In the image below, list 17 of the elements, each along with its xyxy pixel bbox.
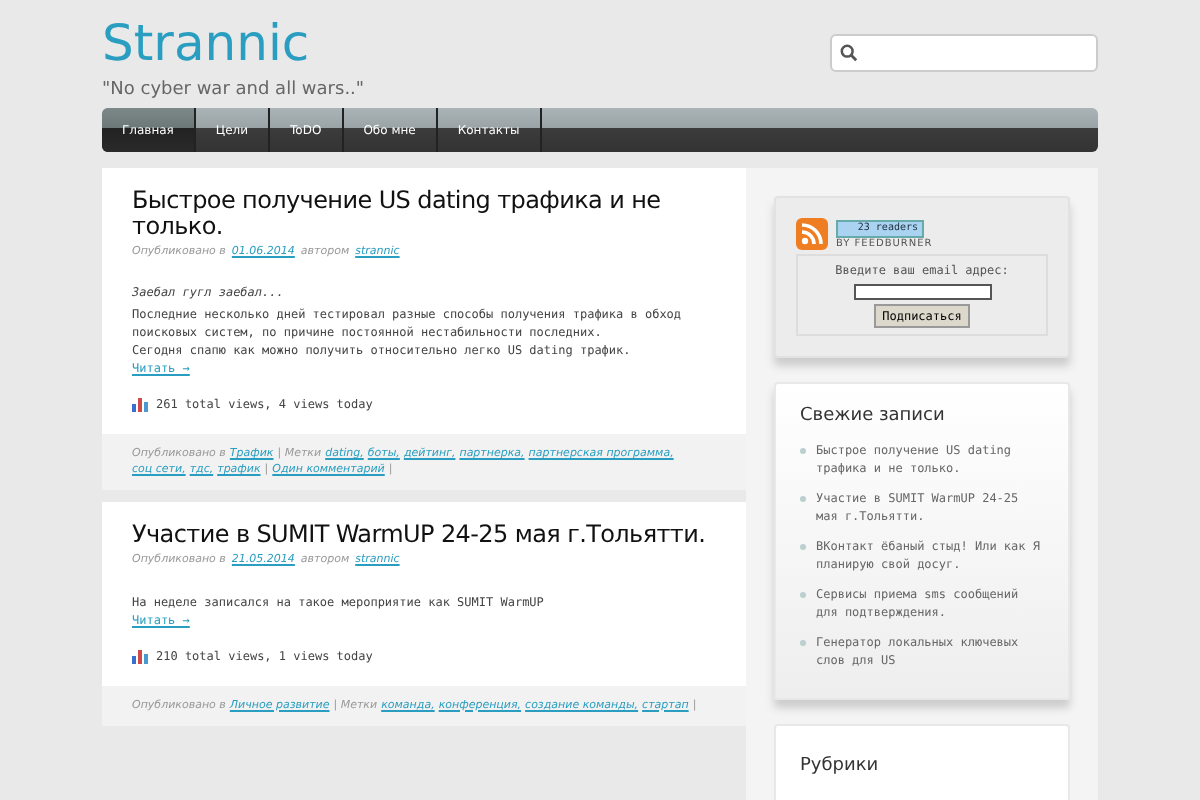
- bullet-icon: [800, 447, 806, 453]
- widget-heading: Свежие записи: [800, 404, 947, 430]
- bullet-icon: [800, 543, 806, 549]
- rss-icon[interactable]: [796, 218, 828, 250]
- search-icon: [840, 44, 858, 62]
- widget-heading: Рубрики: [800, 753, 881, 779]
- bullet-icon: [800, 495, 806, 501]
- post-title[interactable]: Быстрое получение US dating трафика и не только.: [132, 188, 716, 240]
- site-tagline: "No cyber war and all wars..": [102, 78, 365, 104]
- bar-chart-icon: [132, 649, 148, 663]
- search-field[interactable]: [830, 34, 1098, 72]
- site-title[interactable]: Strannic: [102, 16, 365, 72]
- bullet-icon: [800, 591, 806, 597]
- email-field[interactable]: [853, 284, 991, 300]
- bullet-icon: [800, 639, 806, 645]
- bar-chart-icon: [132, 398, 148, 413]
- post-title[interactable]: Участие в SUMIT WarmUP 24-25 мая г.Тольятти.: [132, 522, 716, 549]
